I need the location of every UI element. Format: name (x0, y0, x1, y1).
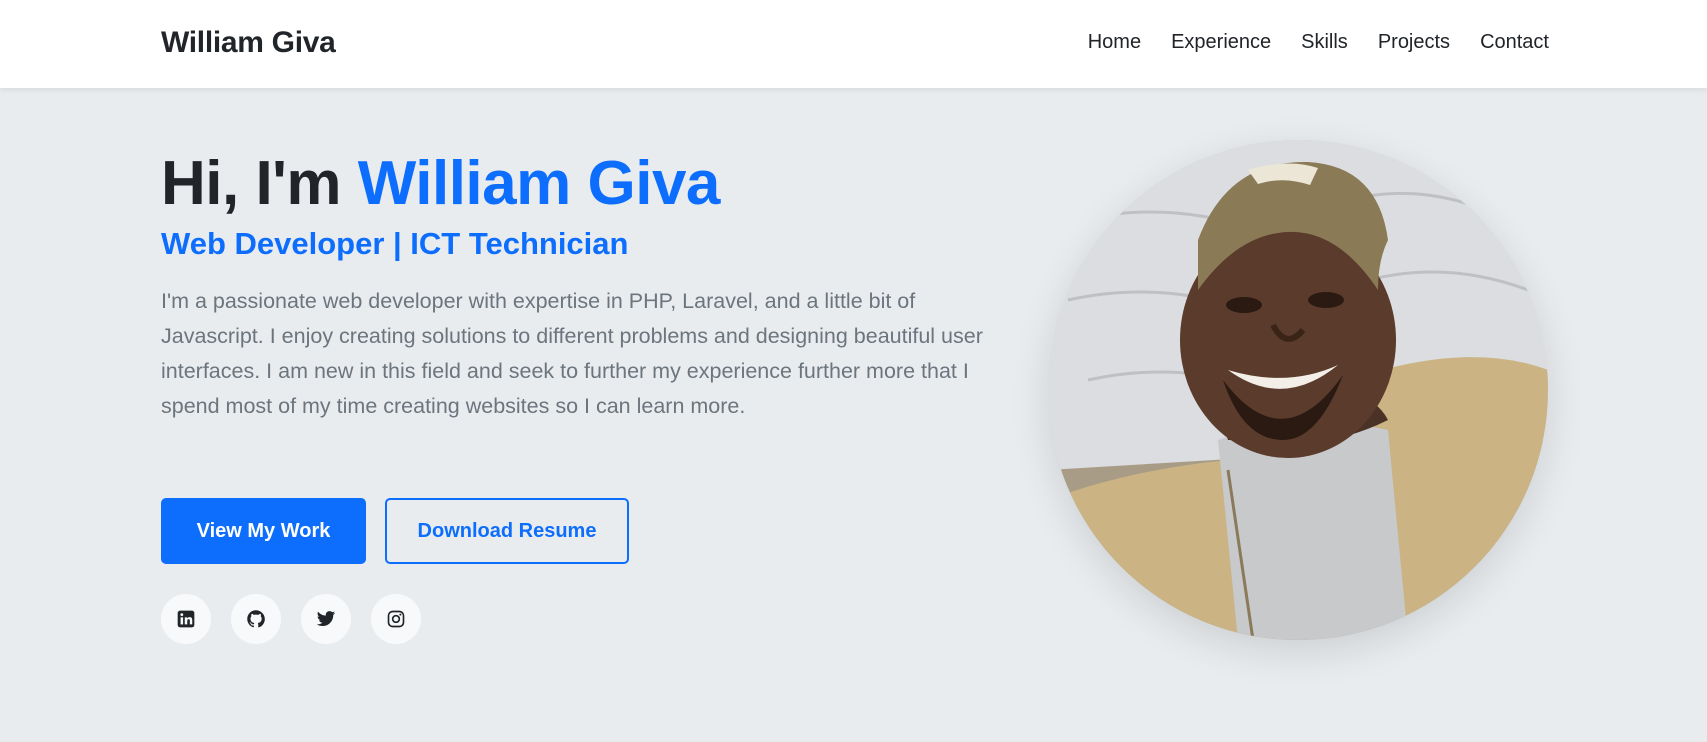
instagram-icon (387, 610, 405, 628)
twitter-link[interactable] (301, 594, 351, 644)
profile-photo-illustration (1048, 140, 1548, 640)
twitter-icon (316, 611, 336, 626)
brand-logo[interactable]: William Giva (161, 26, 336, 60)
nav-links: Home Experience Skills Projects Contact (1088, 31, 1549, 54)
hero-title: Hi, I'm William Giva (161, 148, 720, 219)
hero-section: Hi, I'm William Giva Web Developer | ICT… (0, 88, 1707, 742)
nav-link-projects[interactable]: Projects (1378, 31, 1450, 54)
hero-name: William Giva (357, 149, 721, 218)
download-resume-button[interactable]: Download Resume (385, 498, 629, 564)
navbar: William Giva Home Experience Skills Proj… (0, 0, 1707, 88)
linkedin-icon (177, 610, 195, 628)
hero-subtitle: Web Developer | ICT Technician (161, 226, 629, 261)
linkedin-link[interactable] (161, 594, 211, 644)
nav-link-home[interactable]: Home (1088, 31, 1141, 54)
view-my-work-button[interactable]: View My Work (161, 498, 366, 564)
hero-description: I'm a passionate web developer with expe… (161, 289, 983, 418)
github-link[interactable] (231, 594, 281, 644)
profile-photo (1048, 140, 1548, 640)
instagram-link[interactable] (371, 594, 421, 644)
nav-link-experience[interactable]: Experience (1171, 31, 1271, 54)
social-links (161, 594, 421, 644)
nav-link-skills[interactable]: Skills (1301, 31, 1348, 54)
github-icon (247, 610, 265, 628)
nav-link-contact[interactable]: Contact (1480, 31, 1549, 54)
hero-greeting: Hi, I'm (161, 149, 358, 218)
